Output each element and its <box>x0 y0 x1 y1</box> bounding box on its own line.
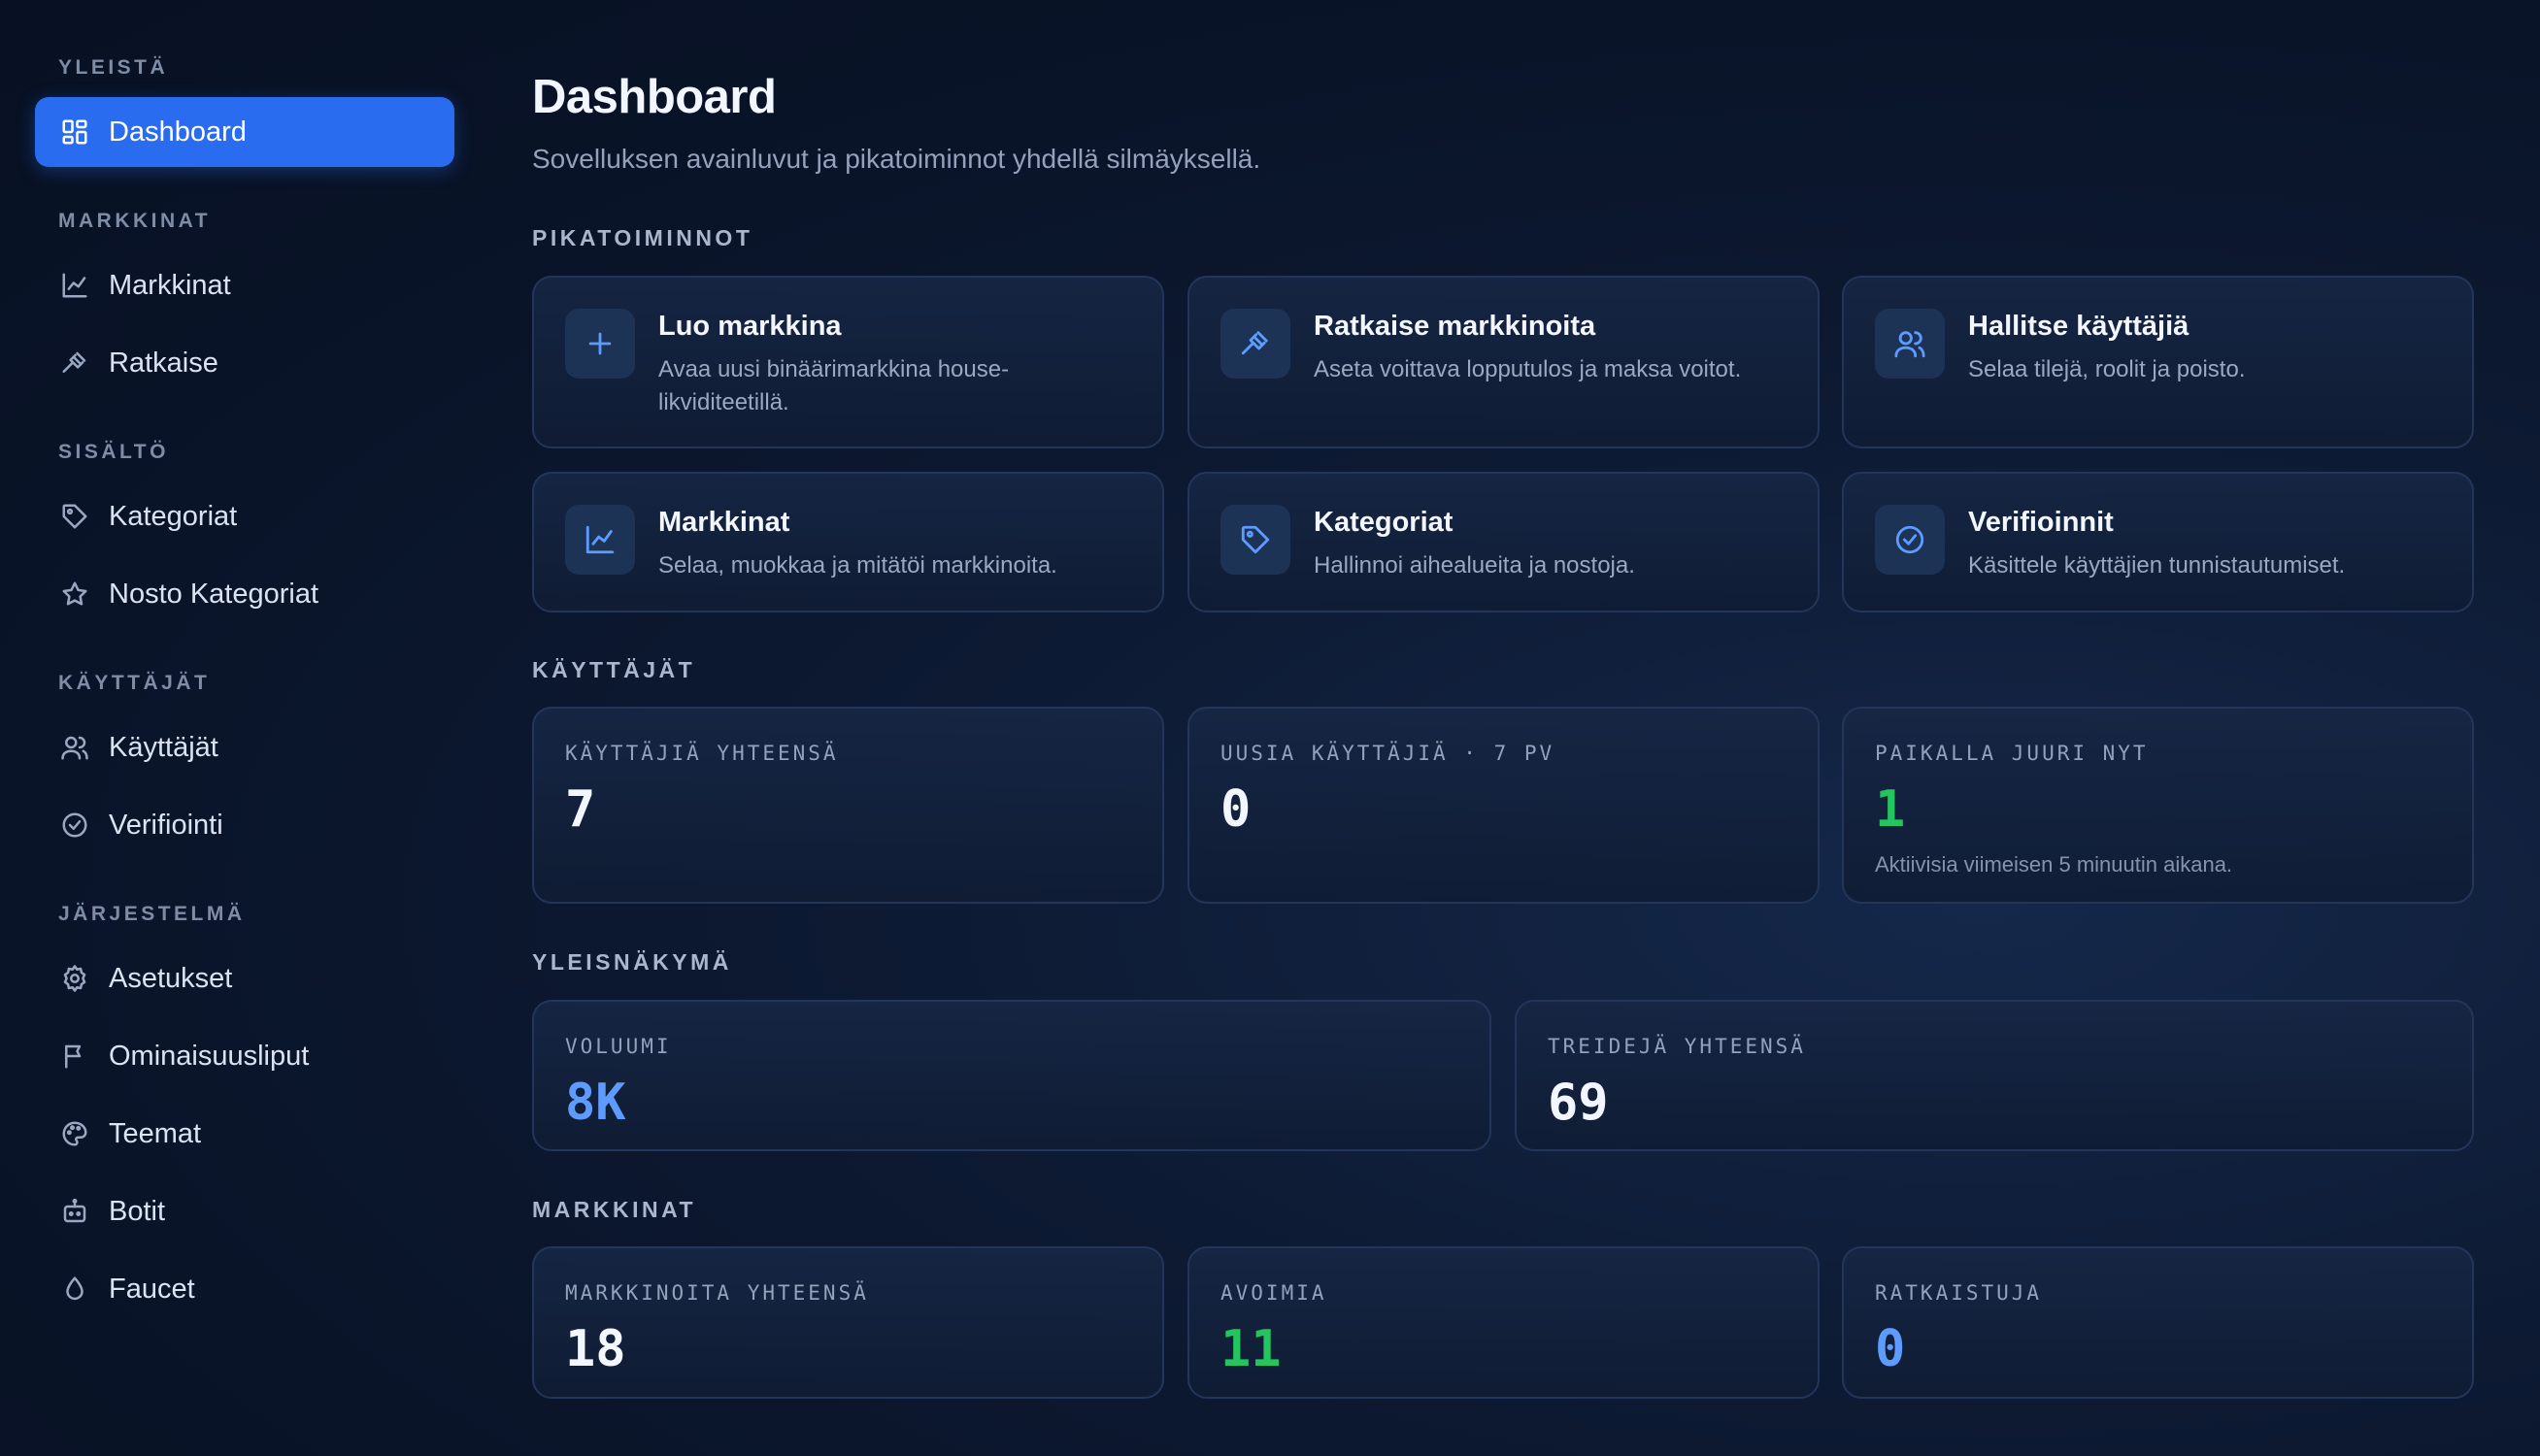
stat-card-volume: VOLUUMI 8K <box>532 1000 1491 1151</box>
sidebar-section-markkinat: MARKKINAT <box>58 210 212 232</box>
stat-value: 0 <box>1875 1320 1906 1378</box>
sidebar-section-jarjestelma: JÄRJESTELMÄ <box>58 903 246 925</box>
badge-check-icon <box>1875 505 1945 575</box>
quick-action-title: Markkinat <box>658 507 790 538</box>
page-title: Dashboard <box>532 71 777 123</box>
sidebar-item-label: Asetukset <box>109 962 233 994</box>
stat-value: 11 <box>1220 1320 1282 1378</box>
stat-label: PAIKALLA JUURI NYT <box>1875 742 2149 765</box>
sidebar-item-dashboard[interactable]: Dashboard <box>35 97 454 167</box>
stat-value: 7 <box>565 780 596 839</box>
sidebar-item-verifiointi[interactable]: Verifiointi <box>35 790 454 860</box>
stat-note: Aktiivisia viimeisen 5 minuutin aikana. <box>1875 852 2233 877</box>
sidebar-item-label: Markkinat <box>109 269 231 301</box>
stat-value: 0 <box>1220 780 1252 839</box>
quick-action-manage-users[interactable]: Hallitse käyttäjiä Selaa tilejä, roolit … <box>1842 276 2474 448</box>
sidebar-section-kayttajat: KÄYTTÄJÄT <box>58 672 211 694</box>
sidebar: YLEISTÄ Dashboard MARKKINAT Markkinat Ra… <box>0 0 485 1456</box>
stat-label: AVOIMIA <box>1220 1281 1327 1305</box>
gear-icon <box>58 962 91 995</box>
stat-card-total-users: KÄYTTÄJIÄ YHTEENSÄ 7 <box>532 707 1164 904</box>
users-icon <box>1875 309 1945 379</box>
stat-label: RATKAISTUJA <box>1875 1281 2043 1305</box>
quick-action-desc: Avaa uusi binäärimarkkina house-likvidit… <box>658 356 1010 415</box>
sidebar-item-label: Nosto Kategoriat <box>109 578 319 610</box>
tag-icon <box>1220 505 1290 575</box>
stat-label: UUSIA KÄYTTÄJIÄ · 7 PV <box>1220 742 1555 765</box>
sidebar-item-label: Ominaisuusliput <box>109 1040 310 1072</box>
quick-action-desc: Selaa tilejä, roolit ja poisto. <box>1968 356 2246 382</box>
quick-action-desc: Hallinnoi aihealueita ja nostoja. <box>1314 552 1635 579</box>
stat-label: MARKKINOITA YHTEENSÄ <box>565 1281 869 1305</box>
badge-check-icon <box>58 809 91 842</box>
line-chart-icon <box>565 505 635 575</box>
dashboard-icon <box>58 116 91 149</box>
section-title-markets: MARKKINAT <box>532 1197 697 1222</box>
quick-action-desc: Käsittele käyttäjien tunnistautumiset. <box>1968 552 2346 579</box>
users-icon <box>58 731 91 764</box>
quick-action-title: Verifioinnit <box>1968 507 2114 538</box>
sidebar-item-kayttajat[interactable]: Käyttäjät <box>35 712 454 782</box>
stat-card-resolved-markets: RATKAISTUJA 0 <box>1842 1246 2474 1399</box>
section-title-users: KÄYTTÄJÄT <box>532 657 696 682</box>
line-chart-icon <box>58 269 91 302</box>
sidebar-item-label: Faucet <box>109 1273 195 1305</box>
stat-value: 69 <box>1548 1074 1609 1132</box>
sidebar-item-markkinat[interactable]: Markkinat <box>35 250 454 320</box>
gavel-icon <box>1220 309 1290 379</box>
stat-card-new-users: UUSIA KÄYTTÄJIÄ · 7 PV 0 <box>1187 707 1820 904</box>
stat-card-online-now: PAIKALLA JUURI NYT 1 Aktiivisia viimeise… <box>1842 707 2474 904</box>
plus-icon <box>565 309 635 379</box>
sidebar-item-label: Verifiointi <box>109 809 223 841</box>
stat-card-open-markets: AVOIMIA 11 <box>1187 1246 1820 1399</box>
sidebar-item-asetukset[interactable]: Asetukset <box>35 943 454 1013</box>
sidebar-section-sisalto: SISÄLTÖ <box>58 441 169 463</box>
quick-action-title: Ratkaise markkinoita <box>1314 311 1596 342</box>
quick-action-title: Luo markkina <box>658 311 842 342</box>
sidebar-item-label: Dashboard <box>109 116 247 148</box>
sidebar-section-yleista: YLEISTÄ <box>58 56 169 79</box>
stat-card-total-trades: TREIDEJÄ YHTEENSÄ 69 <box>1515 1000 2474 1151</box>
tag-icon <box>58 500 91 533</box>
gavel-icon <box>58 347 91 380</box>
droplet-icon <box>58 1273 91 1306</box>
sidebar-item-label: Käyttäjät <box>109 731 218 763</box>
stat-value: 8K <box>565 1074 626 1132</box>
stat-label: KÄYTTÄJIÄ YHTEENSÄ <box>565 742 839 765</box>
main-content: Dashboard Sovelluksen avainluvut ja pika… <box>532 0 2474 1456</box>
star-icon <box>58 578 91 611</box>
sidebar-item-label: Ratkaise <box>109 347 218 379</box>
quick-action-create-market[interactable]: Luo markkina Avaa uusi binäärimarkkina h… <box>532 276 1164 448</box>
stat-value: 18 <box>565 1320 626 1378</box>
stat-label: TREIDEJÄ YHTEENSÄ <box>1548 1035 1806 1058</box>
stat-card-total-markets: MARKKINOITA YHTEENSÄ 18 <box>532 1246 1164 1399</box>
stat-value: 1 <box>1875 780 1906 839</box>
sidebar-item-label: Teemat <box>109 1117 202 1149</box>
sidebar-item-teemat[interactable]: Teemat <box>35 1099 454 1169</box>
section-title-overview: YLEISNÄKYMÄ <box>532 949 732 975</box>
bot-icon <box>58 1195 91 1228</box>
quick-action-markets[interactable]: Markkinat Selaa, muokkaa ja mitätöi mark… <box>532 472 1164 612</box>
quick-action-desc: Selaa, muokkaa ja mitätöi markkinoita. <box>658 552 1057 579</box>
quick-action-resolve-markets[interactable]: Ratkaise markkinoita Aseta voittava lopp… <box>1187 276 1820 448</box>
sidebar-item-ratkaise[interactable]: Ratkaise <box>35 328 454 398</box>
sidebar-item-nosto-kategoriat[interactable]: Nosto Kategoriat <box>35 559 454 629</box>
section-title-quick-actions: PIKATOIMINNOT <box>532 225 753 250</box>
sidebar-item-label: Kategoriat <box>109 500 238 532</box>
sidebar-item-faucet[interactable]: Faucet <box>35 1254 454 1324</box>
quick-action-verifications[interactable]: Verifioinnit Käsittele käyttäjien tunnis… <box>1842 472 2474 612</box>
page-subtitle: Sovelluksen avainluvut ja pikatoiminnot … <box>532 144 1261 174</box>
quick-action-title: Kategoriat <box>1314 507 1454 538</box>
palette-icon <box>58 1117 91 1150</box>
sidebar-item-botit[interactable]: Botit <box>35 1176 454 1246</box>
sidebar-item-label: Botit <box>109 1195 166 1227</box>
stat-label: VOLUUMI <box>565 1035 672 1058</box>
flag-icon <box>58 1040 91 1073</box>
sidebar-item-kategoriat[interactable]: Kategoriat <box>35 481 454 551</box>
sidebar-item-ominaisuusliput[interactable]: Ominaisuusliput <box>35 1021 454 1091</box>
quick-action-desc: Aseta voittava lopputulos ja maksa voito… <box>1314 356 1742 382</box>
quick-action-categories[interactable]: Kategoriat Hallinnoi aihealueita ja nost… <box>1187 472 1820 612</box>
quick-action-title: Hallitse käyttäjiä <box>1968 311 2189 342</box>
